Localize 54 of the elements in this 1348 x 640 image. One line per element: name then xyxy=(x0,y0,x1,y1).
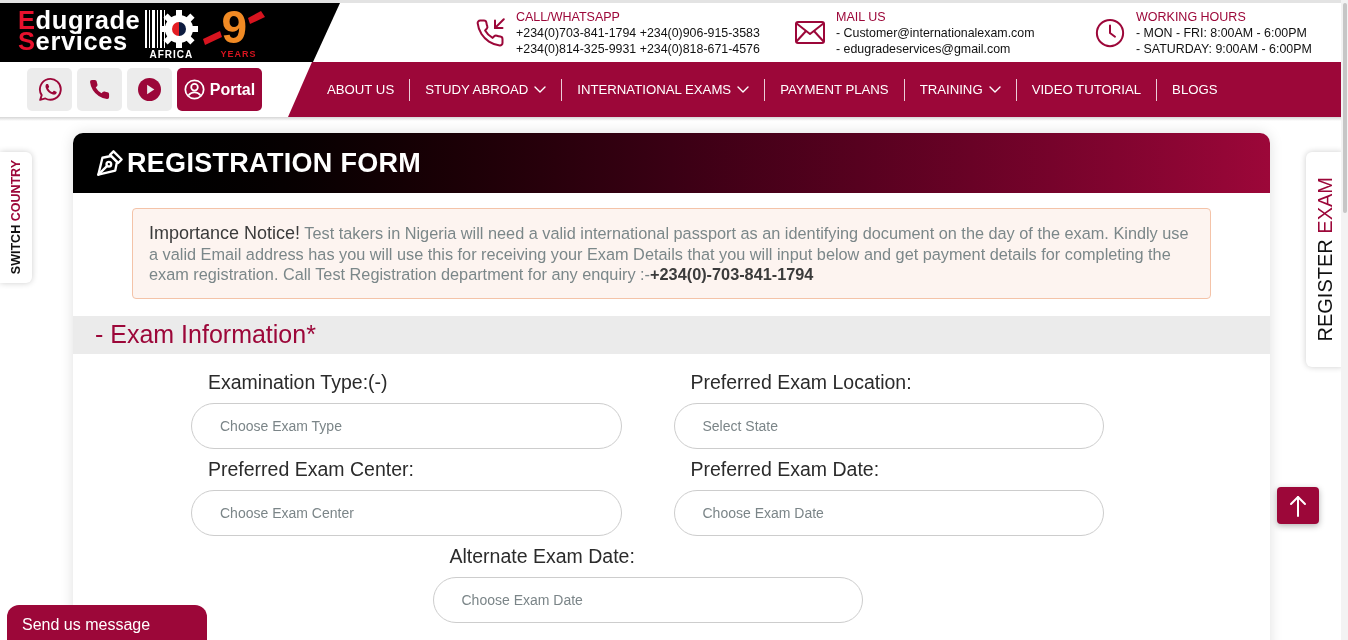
input-field[interactable]: Choose Exam Date xyxy=(432,576,863,623)
nav-link[interactable]: VIDEO TUTORIAL xyxy=(1016,79,1157,100)
field-label: Preferred Exam Location: xyxy=(689,369,913,395)
pen-icon xyxy=(96,149,124,177)
logo-panel[interactable]: Edugrade Services AFRICA 9 YEARS xyxy=(0,3,340,62)
contact-detail: - MON - FRI: 8:00AM - 6:00PM xyxy=(1136,24,1308,41)
input-field[interactable]: Choose Exam Type xyxy=(191,402,622,449)
portal-button[interactable]: Portal xyxy=(177,68,262,111)
envelope-icon xyxy=(795,21,825,44)
contact-detail: - Customer@internationalexam.com xyxy=(836,24,1035,41)
logo-badge-label: YEARS xyxy=(220,48,257,59)
ribbon-icon xyxy=(203,8,266,45)
notice-text: Importance Notice! Test takers in Nigeria will need a valid international passport as an identifying document on the day of the exam. Kindly use a valid Email address has you will use this for receiving your Exam Details that you will input below and get payment details for completing the exam registration. Call Test Registration department for any enquiry :-+234(0)-703-841-1794 xyxy=(149,223,1190,285)
form-title: REGISTRATION FORM xyxy=(127,149,422,177)
input-field[interactable]: Choose Exam Date xyxy=(673,489,1104,536)
whatsapp-button[interactable] xyxy=(27,68,72,111)
whatsapp-icon xyxy=(37,77,62,102)
switch-country-tab[interactable]: SWITCH COUNTRY xyxy=(0,152,32,283)
user-icon xyxy=(183,79,205,100)
contact-title: MAIL US xyxy=(836,8,887,25)
contact-detail: - SATURDAY: 9:00AM - 6:00PM xyxy=(1136,40,1312,57)
nav-link[interactable]: ABOUT US xyxy=(312,79,410,100)
nav-link[interactable]: TRAINING xyxy=(904,79,1016,100)
logo-badge-number: 9 xyxy=(221,4,248,49)
phone-icon xyxy=(88,78,111,101)
nav-link[interactable]: INTERNATIONAL EXAMS xyxy=(562,79,765,100)
logo-wordmark: Edugrade Services xyxy=(18,9,141,56)
field-label: Examination Type:(-) xyxy=(207,369,389,395)
gear-drawing xyxy=(143,7,200,50)
send-message-button[interactable]: Send us message xyxy=(7,605,207,640)
field-label: Preferred Exam Center: xyxy=(207,456,415,482)
nav-link[interactable]: STUDY ABROAD xyxy=(410,79,562,100)
nav-link[interactable]: BLOGS xyxy=(1157,79,1233,100)
input-field[interactable]: Select State xyxy=(673,402,1104,449)
phone-icon xyxy=(475,17,505,48)
contact-title: CALL/WHATSAPP xyxy=(516,8,621,25)
play-button[interactable] xyxy=(127,68,172,111)
arrow-up-icon xyxy=(1289,494,1307,517)
field-label: Alternate Exam Date: xyxy=(448,543,636,569)
play-icon xyxy=(138,78,161,101)
scroll-to-top-button[interactable] xyxy=(1277,487,1319,524)
field-label: Preferred Exam Date: xyxy=(689,456,881,482)
contact-detail: - edugradeservices@gmail.com xyxy=(836,40,1012,57)
phone-button[interactable] xyxy=(77,68,122,111)
contact-title: WORKING HOURS xyxy=(1136,8,1247,25)
register-exam-tab[interactable]: REGISTER EXAM xyxy=(1306,152,1343,367)
logo-region-text: AFRICA xyxy=(149,48,194,60)
clock-icon xyxy=(1095,17,1125,48)
scrollbar-thumb[interactable] xyxy=(1343,3,1347,213)
nav-link[interactable]: PAYMENT PLANS xyxy=(765,79,904,100)
contact-detail: +234(0)814-325-9931 +234(0)818-671-4576 xyxy=(516,40,760,57)
input-field[interactable]: Choose Exam Center xyxy=(191,489,622,536)
section-title: - Exam Information* xyxy=(95,322,316,347)
contact-detail: +234(0)703-841-1794 +234(0)906-915-3583 xyxy=(516,24,760,41)
